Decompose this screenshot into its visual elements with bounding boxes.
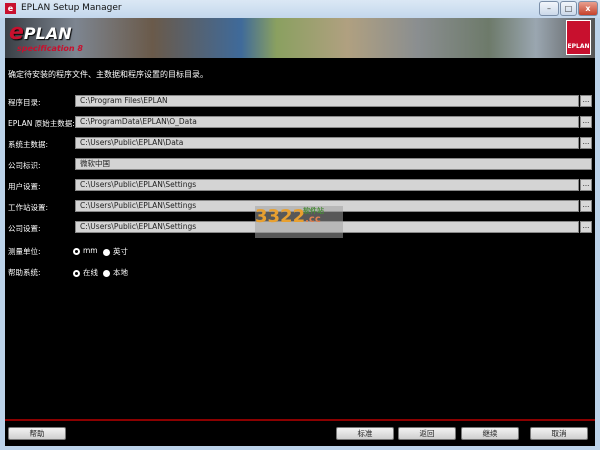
units-label: 测量单位: (8, 247, 41, 256)
row-label: 系统主数据: (8, 140, 49, 149)
radio-online[interactable]: 在线 (73, 267, 98, 278)
next-button[interactable]: 继续 (461, 427, 519, 440)
radio-selected-icon (73, 247, 80, 255)
intro-text: 确定待安装的程序文件、主数据和程序设置的目标目录。 (8, 70, 208, 79)
back-button[interactable]: 返回 (398, 427, 456, 440)
browse-button[interactable]: ... (580, 95, 592, 107)
radio-local[interactable]: 本地 (103, 267, 128, 278)
path-input[interactable]: C:\ProgramData\EPLAN\O_Data (75, 116, 579, 128)
row-label: 工作站设置: (8, 203, 49, 212)
row-label: EPLAN 原始主数据: (8, 119, 75, 128)
cancel-button[interactable]: 取消 (530, 427, 588, 440)
radio-mm[interactable]: mm (73, 246, 98, 255)
logo-subtitle: specification 8 (17, 44, 83, 53)
eplan-badge-logo: EPLAN (566, 20, 591, 55)
main-panel: 确定待安装的程序文件、主数据和程序设置的目标目录。 程序目录: C:\Progra… (5, 58, 595, 446)
row-label: 公司设置: (8, 224, 41, 233)
radio-inch[interactable]: 英寸 (103, 246, 128, 257)
browse-button[interactable]: ... (580, 116, 592, 128)
path-input[interactable]: C:\Users\Public\EPLAN\Settings (75, 179, 579, 191)
browse-button[interactable]: ... (580, 137, 592, 149)
radio-icon (103, 248, 110, 256)
watermark: 3322.cc 软件站 (255, 206, 343, 238)
row-label: 用户设置: (8, 182, 41, 191)
radio-icon (103, 269, 110, 277)
radio-selected-icon (73, 269, 80, 277)
path-input[interactable]: 微软中国 (75, 158, 592, 170)
eplan-logo: ePLAN (9, 20, 72, 45)
row-label: 程序目录: (8, 98, 41, 107)
window-title: EPLAN Setup Manager (21, 3, 122, 13)
separator (5, 419, 595, 421)
browse-button[interactable]: ... (580, 179, 592, 191)
eplan-app-icon: e (5, 3, 16, 14)
path-input[interactable]: C:\Users\Public\EPLAN\Data (75, 137, 579, 149)
row-label: 公司标识: (8, 161, 41, 170)
standard-button[interactable]: 标准 (336, 427, 394, 440)
header-banner: ePLAN specification 8 EPLAN (5, 18, 595, 58)
title-bar: e EPLAN Setup Manager – □ x (0, 0, 600, 18)
path-input[interactable]: C:\Program Files\EPLAN (75, 95, 579, 107)
minimize-button[interactable]: – (539, 1, 559, 16)
browse-button[interactable]: ... (580, 200, 592, 212)
help-button[interactable]: 帮助 (8, 427, 66, 440)
help-system-label: 帮助系统: (8, 268, 41, 277)
browse-button[interactable]: ... (580, 221, 592, 233)
maximize-button[interactable]: □ (560, 1, 577, 16)
close-button[interactable]: x (578, 1, 598, 16)
